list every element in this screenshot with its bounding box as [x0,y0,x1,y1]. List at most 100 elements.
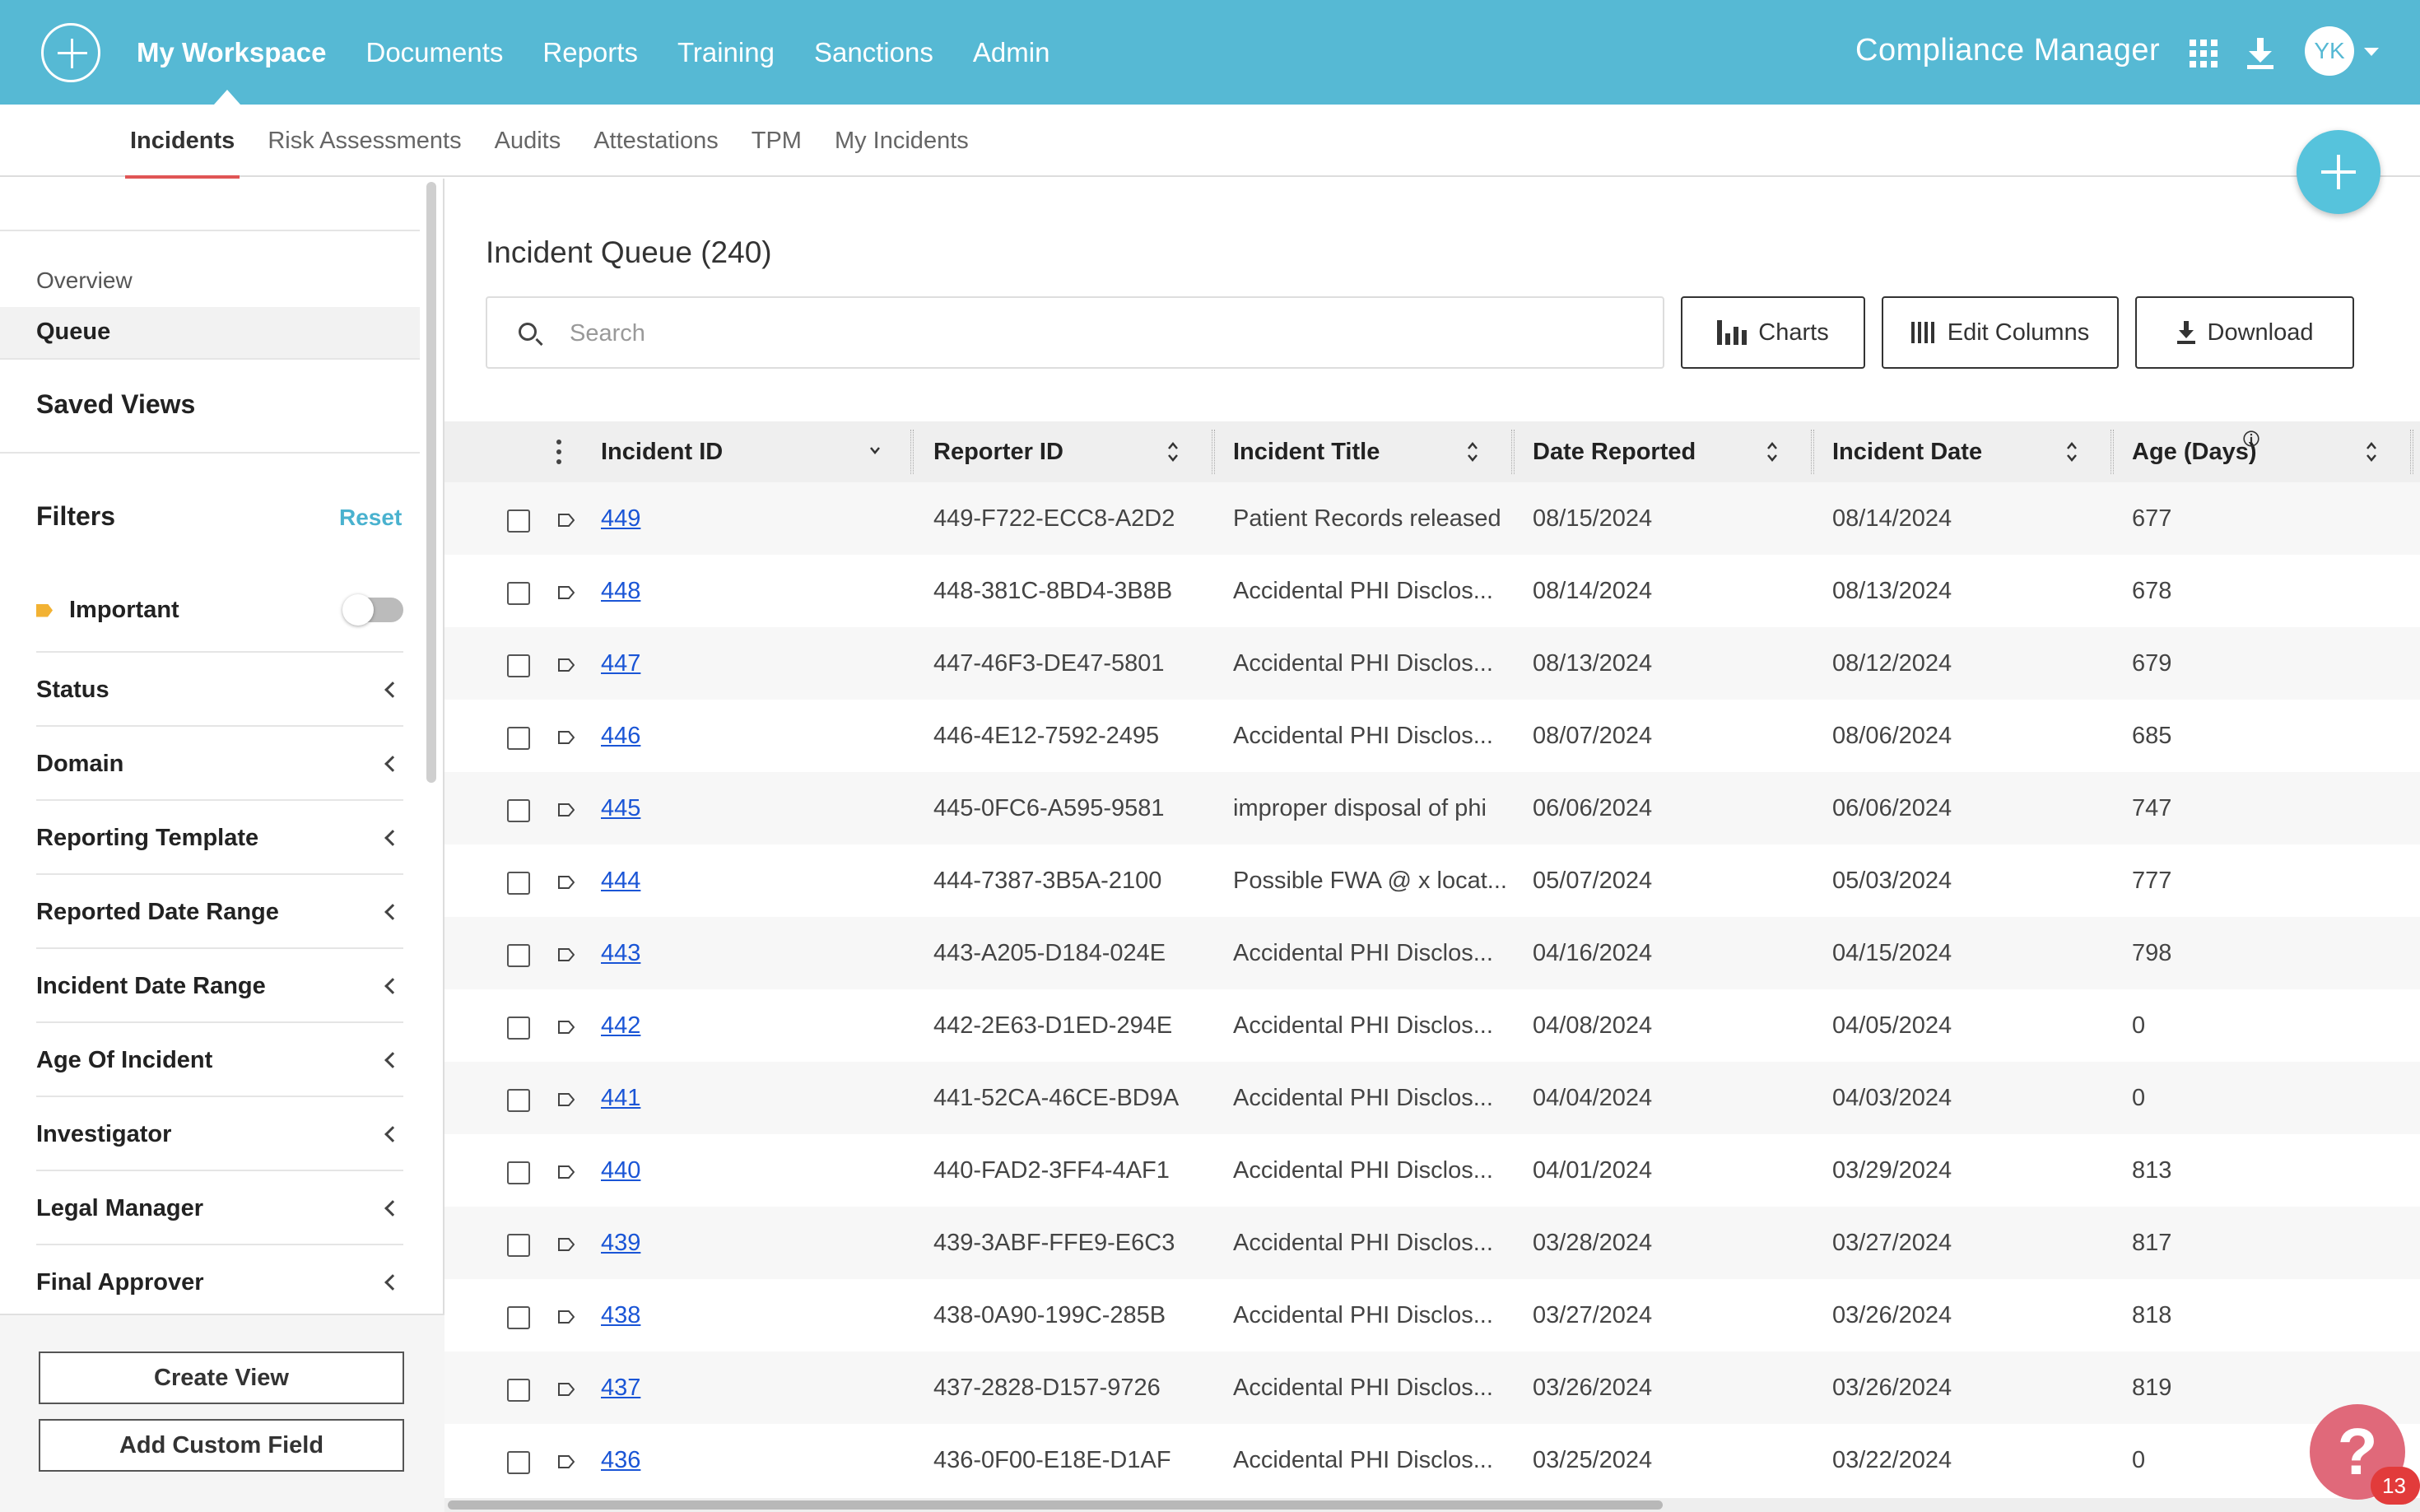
column-header-incident-title[interactable]: Incident Title [1215,421,1515,482]
table-row[interactable]: 440 440-FAD2-3FF4-4AF1 Accidental PHI Disc… [444,1134,2420,1207]
filter-final-approver[interactable]: Final Approver [36,1245,403,1319]
sort-icon[interactable] [1467,440,1478,464]
sidebar-scrollbar[interactable] [426,182,436,783]
tag-outline-icon[interactable] [558,585,575,600]
incident-link[interactable]: 441 [601,1085,640,1112]
cell-incident-id[interactable]: 447 [601,627,640,700]
charts-button[interactable]: Charts [1681,296,1865,369]
incident-link[interactable]: 442 [601,1012,640,1040]
row-checkbox[interactable] [507,1451,530,1474]
incident-link[interactable]: 443 [601,940,640,967]
tab-my-incidents[interactable]: My Incidents [835,105,969,177]
row-checkbox[interactable] [507,509,530,533]
tag-outline-icon[interactable] [558,658,575,672]
cell-incident-id[interactable]: 448 [601,555,640,627]
tag-outline-icon[interactable] [558,730,575,745]
tag-outline-icon[interactable] [558,1237,575,1252]
filter-reporting-template[interactable]: Reporting Template [36,801,403,875]
cell-incident-id[interactable]: 443 [601,917,640,989]
tag-outline-icon[interactable] [558,803,575,817]
chevron-down-icon[interactable] [869,440,881,464]
tab-risk-assessments[interactable]: Risk Assessments [268,105,461,177]
column-header-date-reported[interactable]: Date Reported [1515,421,1814,482]
cell-incident-id[interactable]: 436 [601,1424,640,1496]
row-checkbox[interactable] [507,799,530,822]
tab-audits[interactable]: Audits [495,105,561,177]
horizontal-scrollbar[interactable] [444,1498,2420,1512]
row-checkbox[interactable] [507,654,530,677]
more-vertical-icon[interactable] [556,440,561,464]
incident-link[interactable]: 444 [601,868,640,895]
row-checkbox[interactable] [507,872,530,895]
cell-incident-id[interactable]: 439 [601,1207,640,1279]
nav-training[interactable]: Training [677,0,794,105]
sort-icon[interactable] [1766,440,1778,464]
row-checkbox[interactable] [507,727,530,750]
tag-outline-icon[interactable] [558,1165,575,1179]
table-row[interactable]: 443 443-A205-D184-024E Accidental PHI Disc… [444,917,2420,989]
incident-link[interactable]: 445 [601,795,640,822]
column-header-incident-date[interactable]: Incident Date [1814,421,2114,482]
add-custom-field-button[interactable]: Add Custom Field [39,1419,404,1472]
nav-admin[interactable]: Admin [973,0,1070,105]
incident-link[interactable]: 448 [601,578,640,605]
logo-icon[interactable] [41,23,100,82]
cell-incident-id[interactable]: 446 [601,700,640,772]
row-checkbox[interactable] [507,1379,530,1402]
tag-outline-icon[interactable] [558,875,575,890]
saved-views-heading[interactable]: Saved Views [36,389,195,420]
filter-legal-manager[interactable]: Legal Manager [36,1171,403,1245]
incident-link[interactable]: 440 [601,1157,640,1184]
sort-icon[interactable] [2366,440,2377,464]
table-row[interactable]: 441 441-52CA-46CE-BD9A Accidental PHI Disc… [444,1062,2420,1134]
tag-outline-icon[interactable] [558,1020,575,1035]
table-row[interactable]: 447 447-46F3-DE47-5801 Accidental PHI Disc… [444,627,2420,700]
filter-domain[interactable]: Domain [36,727,403,801]
search-box[interactable] [486,296,1664,369]
row-checkbox[interactable] [507,1161,530,1184]
chevron-down-icon[interactable] [2364,48,2379,56]
tag-outline-icon[interactable] [558,947,575,962]
info-icon[interactable] [2242,430,2260,448]
nav-my-workspace[interactable]: My Workspace [137,0,346,105]
tag-outline-icon[interactable] [558,513,575,528]
table-row[interactable]: 449 449-F722-ECC8-A2D2 Patient Records rel… [444,482,2420,555]
incident-link[interactable]: 447 [601,650,640,677]
tag-outline-icon[interactable] [558,1310,575,1324]
column-header-status[interactable]: St [2413,421,2420,482]
create-view-button[interactable]: Create View [39,1351,404,1404]
cell-incident-id[interactable]: 445 [601,772,640,844]
incident-link[interactable]: 446 [601,723,640,750]
tag-outline-icon[interactable] [558,1092,575,1107]
incident-link[interactable]: 437 [601,1375,640,1402]
tag-outline-icon[interactable] [558,1382,575,1397]
incident-link[interactable]: 436 [601,1447,640,1474]
scrollbar-thumb[interactable] [448,1500,1663,1510]
column-header-reporter-id[interactable]: Reporter ID [915,421,1215,482]
apps-grid-icon[interactable] [2190,40,2218,67]
download-icon[interactable] [2244,36,2277,71]
table-row[interactable]: 438 438-0A90-199C-285B Accidental PHI Disc… [444,1279,2420,1351]
sidebar-item-queue[interactable]: Queue [0,307,420,358]
nav-sanctions[interactable]: Sanctions [814,0,953,105]
table-row[interactable]: 436 436-0F00-E18E-D1AF Accidental PHI Disc… [444,1424,2420,1496]
filter-incident-date-range[interactable]: Incident Date Range [36,949,403,1023]
row-checkbox[interactable] [507,1017,530,1040]
download-button[interactable]: Download [2135,296,2354,369]
sort-icon[interactable] [1167,440,1179,464]
nav-reports[interactable]: Reports [542,0,658,105]
sidebar-item-overview[interactable]: Overview [36,268,133,294]
edit-columns-button[interactable]: Edit Columns [1882,296,2119,369]
table-row[interactable]: 445 445-0FC6-A595-9581 improper disposal o… [444,772,2420,844]
tab-incidents[interactable]: Incidents [124,105,240,179]
search-input[interactable] [570,313,1640,354]
tab-attestations[interactable]: Attestations [593,105,719,177]
column-resizer[interactable] [910,430,914,474]
filter-investigator[interactable]: Investigator [36,1097,403,1171]
column-header-incident-id[interactable]: Incident ID [601,421,914,482]
row-checkbox[interactable] [507,1089,530,1112]
row-checkbox[interactable] [507,944,530,967]
cell-incident-id[interactable]: 449 [601,482,640,555]
cell-incident-id[interactable]: 440 [601,1134,640,1207]
row-checkbox[interactable] [507,582,530,605]
